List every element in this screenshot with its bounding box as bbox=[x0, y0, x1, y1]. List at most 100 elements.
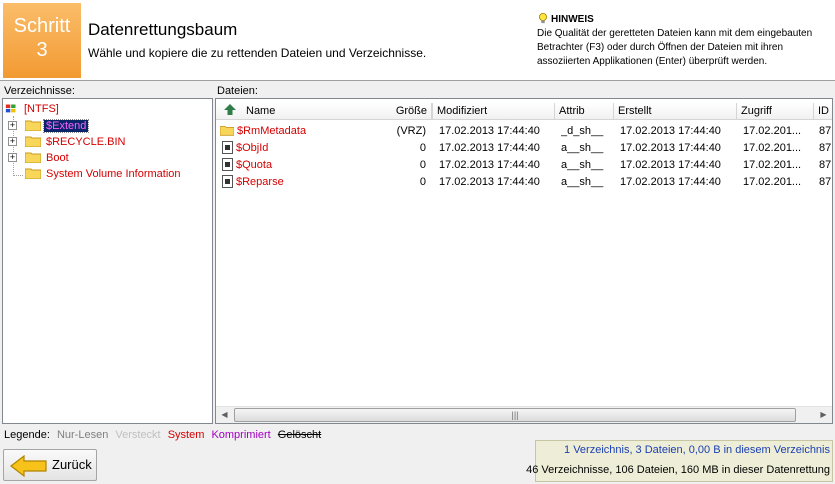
file-created: 17.02.2013 17:44:40 bbox=[620, 176, 721, 188]
folder-icon bbox=[220, 126, 234, 136]
page-subtitle: Wähle und kopiere die zu rettenden Datei… bbox=[88, 46, 427, 60]
legend-compressed: Komprimiert bbox=[211, 429, 271, 441]
hint-text: Die Qualität der geretteten Dateien kann… bbox=[537, 28, 813, 67]
wizard-header: Schritt 3 Datenrettungsbaum Wähle und ko… bbox=[0, 0, 835, 81]
file-modified: 17.02.2013 17:44:40 bbox=[439, 176, 540, 188]
scrollbar-thumb[interactable]: ||| bbox=[234, 408, 796, 422]
folder-icon bbox=[25, 120, 41, 131]
scroll-left-icon[interactable]: ◀ bbox=[216, 407, 233, 423]
file-accessed: 17.02.201... bbox=[743, 142, 802, 154]
expand-icon[interactable]: + bbox=[8, 121, 17, 130]
column-header-size[interactable]: Größe bbox=[376, 103, 432, 120]
file-name: $Reparse bbox=[236, 176, 284, 188]
status-current-directory: 1 Verzeichnis, 3 Dateien, 0,00 B in dies… bbox=[564, 444, 830, 456]
column-name-label: Name bbox=[246, 105, 276, 117]
column-header-modified[interactable]: Modifiziert bbox=[433, 103, 555, 120]
file-row[interactable]: $ObjId 0 17.02.2013 17:44:40 a__sh__ 17.… bbox=[216, 140, 832, 157]
file-attrib: a__sh__ bbox=[561, 142, 604, 154]
column-header-accessed[interactable]: Zugriff bbox=[737, 103, 814, 120]
directories-label: Verzeichnisse: bbox=[4, 85, 75, 97]
file-created: 17.02.2013 17:44:40 bbox=[620, 125, 721, 137]
drive-icon bbox=[5, 104, 16, 113]
sort-up-icon bbox=[224, 104, 236, 115]
file-modified: 17.02.2013 17:44:40 bbox=[439, 159, 540, 171]
hint-heading: HINWEIS bbox=[538, 13, 594, 25]
column-accessed-label: Zugriff bbox=[741, 105, 772, 117]
file-icon bbox=[222, 175, 233, 188]
file-attrib: _d_sh__ bbox=[561, 125, 604, 137]
folder-icon bbox=[25, 136, 41, 147]
file-size: (VRZ) bbox=[396, 125, 426, 137]
arrow-left-icon bbox=[10, 455, 47, 477]
column-id-label: ID bbox=[818, 105, 829, 117]
tree-item-recycle-bin[interactable]: + $RECYCLE.BIN bbox=[3, 134, 203, 150]
tree-item-system-volume-information[interactable]: System Volume Information bbox=[3, 166, 208, 182]
legend-label: Legende: bbox=[4, 429, 50, 441]
file-accessed: 17.02.201... bbox=[743, 176, 802, 188]
file-icon bbox=[222, 141, 233, 154]
file-icon bbox=[222, 158, 233, 171]
tree-root[interactable]: [NTFS] bbox=[5, 101, 61, 117]
file-attrib: a__sh__ bbox=[561, 176, 604, 188]
file-created: 17.02.2013 17:44:40 bbox=[620, 159, 721, 171]
column-size-label: Größe bbox=[395, 105, 427, 117]
file-id: 87 bbox=[819, 142, 832, 154]
horizontal-scrollbar[interactable]: ◀ ||| ▶ bbox=[216, 406, 832, 423]
file-name-cell: $RmMetadata bbox=[220, 123, 370, 140]
step-label: Schritt bbox=[13, 15, 71, 37]
file-attrib: a__sh__ bbox=[561, 159, 604, 171]
file-name-cell: $Reparse bbox=[222, 174, 372, 191]
expand-icon[interactable]: + bbox=[8, 153, 17, 162]
tree-item-boot[interactable]: + Boot bbox=[3, 150, 203, 166]
file-row[interactable]: $RmMetadata (VRZ) 17.02.2013 17:44:40 _d… bbox=[216, 123, 832, 140]
directory-tree[interactable]: [NTFS] + $Extend + $RECYCLE.BIN + Boot S… bbox=[2, 98, 213, 424]
tree-item-extend[interactable]: + $Extend bbox=[3, 118, 203, 134]
tree-item-label: System Volume Information bbox=[46, 168, 181, 180]
file-size: 0 bbox=[419, 176, 426, 188]
step-indicator: Schritt 3 bbox=[3, 3, 81, 78]
legend-read-only: Nur-Lesen bbox=[56, 429, 109, 441]
file-accessed: 17.02.201... bbox=[743, 159, 802, 171]
expand-icon[interactable]: + bbox=[8, 137, 17, 146]
back-button[interactable]: Zurück bbox=[3, 449, 97, 481]
folder-icon bbox=[25, 168, 41, 179]
file-accessed: 17.02.201... bbox=[743, 125, 802, 137]
folder-icon bbox=[25, 152, 41, 163]
file-name-cell: $ObjId bbox=[222, 140, 372, 157]
file-name: $ObjId bbox=[236, 142, 269, 154]
file-id: 87 bbox=[819, 159, 832, 171]
legend-hidden: Versteckt bbox=[115, 429, 161, 441]
file-name: $RmMetadata bbox=[237, 125, 307, 137]
column-header-id[interactable]: ID bbox=[814, 103, 832, 120]
column-attrib-label: Attrib bbox=[559, 105, 585, 117]
tree-root-label: [NTFS] bbox=[24, 103, 59, 115]
back-button-label: Zurück bbox=[52, 457, 92, 472]
file-name-cell: $Quota bbox=[222, 157, 372, 174]
status-total: 46 Verzeichnisse, 106 Dateien, 160 MB in… bbox=[526, 464, 830, 476]
file-size: 0 bbox=[419, 142, 426, 154]
file-row[interactable]: $Reparse 0 17.02.2013 17:44:40 a__sh__ 1… bbox=[216, 174, 832, 191]
tree-item-label: $Extend bbox=[42, 119, 90, 133]
status-panel: 1 Verzeichnis, 3 Dateien, 0,00 B in dies… bbox=[526, 440, 833, 482]
column-header-attrib[interactable]: Attrib bbox=[555, 103, 614, 120]
lightbulb-icon bbox=[539, 13, 547, 24]
legend-deleted: Gelöscht bbox=[277, 429, 322, 441]
file-size: 0 bbox=[419, 159, 426, 171]
column-modified-label: Modifiziert bbox=[437, 105, 488, 117]
file-row[interactable]: $Quota 0 17.02.2013 17:44:40 a__sh__ 17.… bbox=[216, 157, 832, 174]
file-created: 17.02.2013 17:44:40 bbox=[620, 142, 721, 154]
hint-title: HINWEIS bbox=[551, 14, 594, 25]
column-created-label: Erstellt bbox=[618, 105, 652, 117]
tree-item-label: Boot bbox=[46, 152, 69, 164]
file-list[interactable]: Name Größe Modifiziert Attrib Erstellt Z… bbox=[215, 98, 833, 424]
file-modified: 17.02.2013 17:44:40 bbox=[439, 125, 540, 137]
scroll-right-icon[interactable]: ▶ bbox=[815, 407, 832, 423]
legend: Legende: Nur-Lesen Versteckt System Komp… bbox=[4, 429, 325, 441]
column-header-created[interactable]: Erstellt bbox=[614, 103, 737, 120]
file-id: 87 bbox=[819, 176, 832, 188]
file-id: 87 bbox=[819, 125, 832, 137]
file-name: $Quota bbox=[236, 159, 273, 171]
page-title: Datenrettungsbaum bbox=[88, 20, 238, 39]
step-number: 3 bbox=[36, 39, 48, 61]
legend-system: System bbox=[167, 429, 205, 441]
